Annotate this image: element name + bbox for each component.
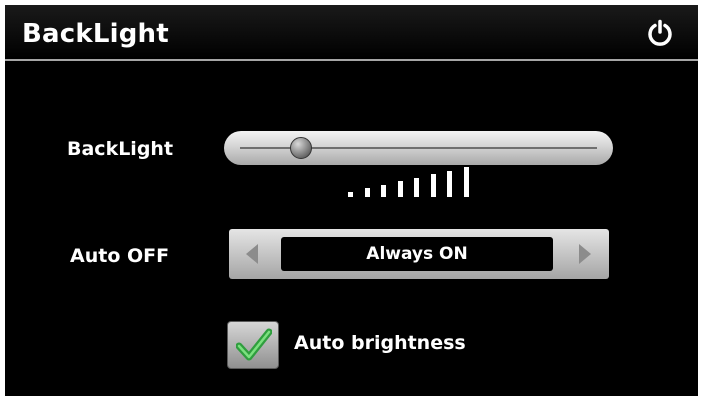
- slider-thumb[interactable]: [289, 137, 312, 159]
- header-bar: BackLight: [5, 5, 698, 59]
- power-icon[interactable]: [646, 19, 674, 47]
- header-divider: [5, 59, 698, 61]
- level-bar: [463, 167, 469, 197]
- level-bar: [348, 192, 353, 197]
- level-bar: [397, 181, 403, 197]
- auto-off-value: Always ON: [281, 237, 553, 271]
- auto-brightness-label[interactable]: Auto brightness: [294, 332, 466, 354]
- auto-off-label: Auto OFF: [70, 245, 170, 267]
- level-bar: [364, 188, 370, 197]
- auto-brightness-checkbox[interactable]: [227, 321, 279, 369]
- level-bar: [447, 170, 452, 197]
- triangle-right-icon[interactable]: [559, 229, 609, 279]
- auto-off-selector: Always ON: [229, 229, 609, 279]
- triangle-left-icon[interactable]: [229, 229, 279, 279]
- level-bar: [414, 177, 419, 197]
- backlight-label: BackLight: [67, 138, 174, 160]
- page-title: BackLight: [22, 19, 169, 49]
- backlight-slider[interactable]: [224, 131, 613, 165]
- checkmark-icon: [236, 328, 272, 361]
- level-bar: [381, 184, 386, 197]
- level-bar: [430, 174, 436, 197]
- backlight-screen: BackLight BackLight Auto OFF Always ON A…: [5, 5, 698, 396]
